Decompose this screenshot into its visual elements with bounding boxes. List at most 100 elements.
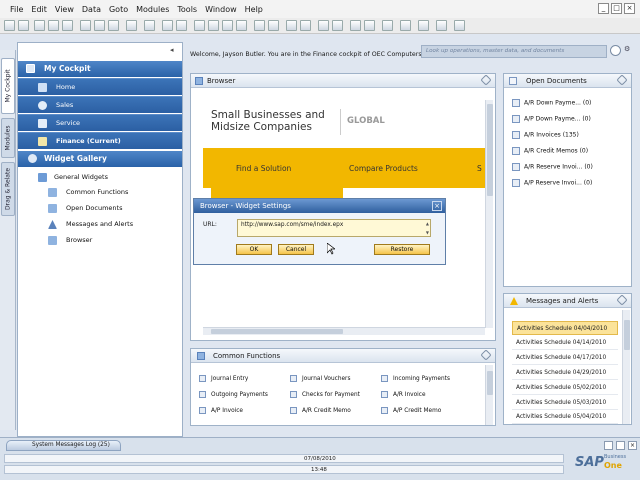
nav-item-home[interactable]: Home [18, 78, 182, 95]
function-outgoing-payments[interactable]: Outgoing Payments [199, 391, 268, 398]
menu-view[interactable]: View [55, 5, 74, 14]
browser-vertical-scrollbar[interactable] [485, 100, 493, 328]
open-document-item[interactable]: A/R Invoices (135) [512, 131, 579, 139]
alert-item[interactable]: Activities Schedule 05/02/2010 [512, 381, 618, 395]
add-icon[interactable] [176, 20, 187, 31]
email-icon[interactable] [34, 20, 45, 31]
print-icon[interactable] [4, 20, 15, 31]
payment-means-icon[interactable] [332, 20, 343, 31]
ok-button[interactable]: OK [236, 244, 272, 255]
close-icon[interactable]: × [624, 3, 635, 14]
transaction-journal-icon[interactable] [350, 20, 361, 31]
widget-gallery-header[interactable]: Widget Gallery [18, 151, 182, 167]
widget-common-functions[interactable]: Common Functions [66, 188, 128, 196]
lock-icon[interactable] [144, 20, 155, 31]
search-icon[interactable] [610, 45, 621, 56]
next-record-icon[interactable] [222, 20, 233, 31]
alert-item[interactable]: Activities Schedule 04/29/2010 [512, 366, 618, 380]
widget-messages-alerts[interactable]: Messages and Alerts [66, 220, 133, 228]
page-link-truncated[interactable]: S [477, 164, 482, 173]
open-document-item[interactable]: A/R Reserve Invoi... (0) [512, 163, 593, 171]
function-ap-invoice[interactable]: A/P Invoice [199, 407, 243, 414]
minimize-icon[interactable]: _ [598, 3, 609, 14]
gross-profit-icon[interactable] [318, 20, 329, 31]
menu-data[interactable]: Data [82, 5, 101, 14]
sms-icon[interactable] [48, 20, 59, 31]
dialog-title-bar[interactable]: Browser - Widget Settings × [194, 199, 445, 213]
page-link-find-solution[interactable]: Find a Solution [236, 164, 291, 173]
open-document-item[interactable]: A/P Reserve Invoi... (0) [512, 179, 592, 187]
menu-modules[interactable]: Modules [136, 5, 169, 14]
fax-icon[interactable] [62, 20, 73, 31]
close-icon[interactable]: × [432, 201, 442, 211]
tab-drag-relate[interactable]: Drag & Relate [1, 162, 15, 216]
cancel-button[interactable]: Cancel [278, 244, 314, 255]
widget-browser[interactable]: Browser [66, 236, 92, 244]
function-journal-entry[interactable]: Journal Entry [199, 375, 248, 382]
menu-goto[interactable]: Goto [109, 5, 128, 14]
export-word-icon[interactable] [80, 20, 91, 31]
function-journal-vouchers[interactable]: Journal Vouchers [290, 375, 350, 382]
pin-icon[interactable] [480, 349, 492, 361]
close-log-icon[interactable]: × [628, 441, 637, 450]
function-incoming-payments[interactable]: Incoming Payments [381, 375, 450, 382]
menu-edit[interactable]: Edit [31, 5, 47, 14]
alert-item[interactable]: Activities Schedule 04/17/2010 [512, 351, 618, 365]
base-document-icon[interactable] [286, 20, 297, 31]
open-document-item[interactable]: A/R Down Payme... (0) [512, 99, 591, 107]
pin-icon[interactable] [616, 294, 628, 306]
menu-tools[interactable]: Tools [177, 5, 197, 14]
functions-scrollbar[interactable] [485, 365, 493, 425]
function-ar-invoice[interactable]: A/R Invoice [381, 391, 426, 398]
function-checks-for-payment[interactable]: Checks for Payment [290, 391, 360, 398]
browser-horizontal-scrollbar[interactable] [203, 327, 485, 335]
menu-window[interactable]: Window [205, 5, 237, 14]
search-input[interactable]: Look up operations, master data, and doc… [421, 45, 607, 58]
help-icon[interactable] [454, 20, 465, 31]
page-link-compare-products[interactable]: Compare Products [349, 164, 418, 173]
nav-item-sales[interactable]: Sales [18, 96, 182, 113]
sort-icon[interactable] [268, 20, 279, 31]
pin-icon[interactable] [480, 74, 492, 86]
function-ar-credit-memo[interactable]: A/R Credit Memo [290, 407, 351, 414]
url-input[interactable]: http://www.sap.com/sme/index.epx ▲ ▼ [237, 219, 431, 237]
gear-icon[interactable]: ⚙ [624, 45, 634, 56]
alert-item[interactable]: Activities Schedule 05/04/2010 [512, 410, 618, 424]
alert-item-selected[interactable]: Activities Schedule 04/04/2010 [512, 321, 618, 335]
calendar-icon[interactable] [400, 20, 411, 31]
maximize-log-icon[interactable] [604, 441, 613, 450]
restore-icon[interactable]: □ [611, 3, 622, 14]
open-document-item[interactable]: A/P Down Payme... (0) [512, 115, 591, 123]
form-settings-icon[interactable] [382, 20, 393, 31]
tab-my-cockpit[interactable]: My Cockpit [1, 58, 15, 114]
function-ap-credit-memo[interactable]: A/P Credit Memo [381, 407, 441, 414]
export-excel-icon[interactable] [94, 20, 105, 31]
preview-icon[interactable] [18, 20, 29, 31]
pin-icon[interactable] [616, 74, 628, 86]
find-icon[interactable] [162, 20, 173, 31]
my-cockpit-header[interactable]: My Cockpit [18, 61, 182, 77]
collapse-icon[interactable]: ◂ [170, 46, 174, 54]
alert-item[interactable]: Activities Schedule 04/14/2010 [512, 336, 618, 350]
detach-log-icon[interactable] [616, 441, 625, 450]
alerts-scrollbar[interactable] [622, 310, 630, 424]
menu-help[interactable]: Help [245, 5, 263, 14]
tab-modules[interactable]: Modules [1, 118, 15, 158]
launch-icon[interactable] [126, 20, 137, 31]
volume-weight-icon[interactable] [364, 20, 375, 31]
target-document-icon[interactable] [300, 20, 311, 31]
menu-file[interactable]: File [10, 5, 23, 14]
last-record-icon[interactable] [236, 20, 247, 31]
system-messages-log-tab[interactable]: System Messages Log (25) [6, 440, 121, 451]
filter-icon[interactable] [254, 20, 265, 31]
open-document-item[interactable]: A/R Credit Memos (0) [512, 147, 588, 155]
restore-button[interactable]: Restore [374, 244, 430, 255]
first-record-icon[interactable] [194, 20, 205, 31]
nav-item-service[interactable]: Service [18, 114, 182, 131]
widget-open-documents[interactable]: Open Documents [66, 204, 123, 212]
alert-item[interactable]: Activities Schedule 05/03/2010 [512, 396, 618, 410]
export-pdf-icon[interactable] [108, 20, 119, 31]
previous-record-icon[interactable] [208, 20, 219, 31]
messages-icon[interactable] [418, 20, 429, 31]
scroll-down-icon[interactable]: ▼ [426, 230, 429, 235]
